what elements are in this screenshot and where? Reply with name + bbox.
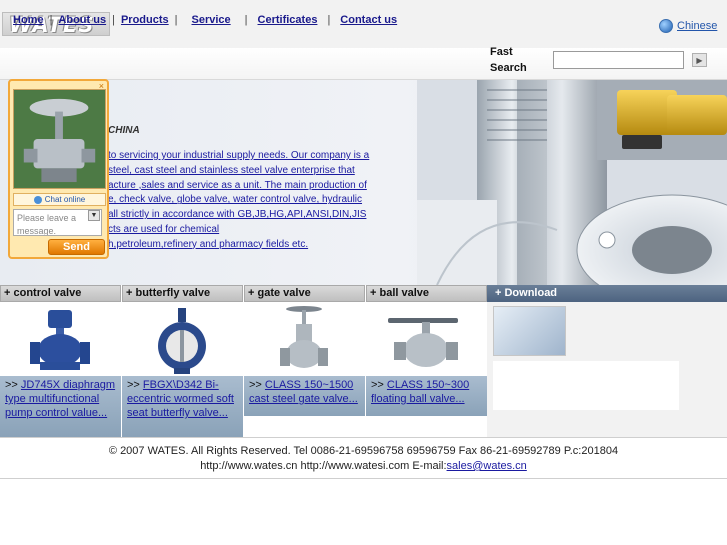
category-control-valve: + control valve >> JD745X diaphragm type… — [0, 285, 121, 437]
category-title[interactable]: + gate valve — [244, 285, 365, 302]
catalog-thumbnail[interactable] — [493, 306, 566, 356]
hero-line: h,petroleum,refinery and pharmacy fields… — [108, 238, 309, 250]
footer: © 2007 WATES. All Rights Reserved. Tel 0… — [0, 437, 727, 479]
hero-title: CHINA — [108, 125, 140, 136]
download-title[interactable]: + Download — [487, 285, 727, 302]
footer-urls: http://www.wates.cn http://www.watesi.co… — [200, 460, 447, 472]
nav-separator: | — [244, 14, 248, 26]
hero-line: to servicing your industrial supply need… — [108, 150, 370, 161]
nav-separator: | — [327, 14, 331, 26]
arrow-right-icon: ▶ — [696, 55, 703, 65]
search-button[interactable]: ▶ — [692, 53, 707, 67]
nav-about-us[interactable]: About us — [58, 14, 106, 26]
valve-photo — [13, 89, 106, 189]
hero-banner: CHINA to servicing your industrial suppl… — [0, 80, 727, 285]
nav-service[interactable]: Service — [192, 14, 231, 26]
send-button[interactable]: Send — [48, 239, 105, 255]
download-box — [493, 397, 679, 410]
category-link-box: >> CLASS 150~1500 cast steel gate valve.… — [244, 376, 365, 416]
ball-valve-image[interactable] — [366, 304, 487, 376]
nav-separator: | — [174, 14, 178, 26]
chat-widget: × Chat online Please leave a message. ▼ … — [8, 79, 109, 259]
nav-products[interactable]: Products — [121, 14, 169, 26]
category-link-box: >> JD745X diaphragm type multifunctional… — [0, 376, 121, 437]
category-title[interactable]: + control valve — [0, 285, 121, 302]
hero-line: acture ,sales and service as a unit. The… — [108, 179, 367, 191]
category-title[interactable]: + ball valve — [366, 285, 487, 302]
nav-separator: | — [112, 14, 115, 26]
category-link-box: >> CLASS 150~300 floating ball valve... — [366, 376, 487, 416]
hero-line: all strictly in accordance with GB,JB,HG… — [108, 209, 367, 221]
nav-contact-us[interactable]: Contact us — [340, 14, 397, 26]
product-link[interactable]: JD745X diaphragm type multifunctional pu… — [5, 379, 115, 419]
chat-online-button[interactable]: Chat online — [13, 193, 106, 206]
product-link[interactable]: CLASS 150~300 floating ball valve... — [371, 379, 469, 405]
hero-intro[interactable]: to servicing your industrial supply need… — [108, 149, 408, 253]
email-link[interactable]: sales@wates.cn — [447, 460, 527, 472]
link-prefix: >> — [127, 379, 140, 391]
product-link[interactable]: FBGX\D342 Bi-eccentric wormed soft seat … — [127, 379, 234, 419]
nav-certificates[interactable]: Certificates — [258, 14, 318, 26]
gate-valve-image[interactable] — [244, 304, 365, 376]
chat-icon — [33, 195, 42, 204]
nav-home[interactable]: Home — [13, 14, 44, 26]
product-link[interactable]: CLASS 150~1500 cast steel gate valve... — [249, 379, 358, 405]
chevron-down-icon[interactable]: ▼ — [88, 210, 100, 221]
butterfly-valve-image[interactable] — [122, 304, 243, 376]
link-prefix: >> — [249, 379, 262, 391]
chat-online-label: Chat online — [44, 195, 86, 204]
category-butterfly-valve: + butterfly valve >> FBGX\D342 Bi-eccent… — [122, 285, 243, 437]
search-input[interactable] — [553, 51, 684, 69]
control-valve-image[interactable] — [0, 304, 121, 376]
download-panel: + Download — [487, 285, 727, 437]
category-gate-valve: + gate valve >> CLASS 150~1500 cast stee… — [244, 285, 365, 437]
valve-render-image — [417, 80, 727, 285]
main-nav: Home | About us | Products | Service | C… — [13, 14, 397, 26]
hero-line: e, check valve, globe valve, water contr… — [108, 194, 363, 206]
category-link-box: >> FBGX\D342 Bi-eccentric wormed soft se… — [122, 376, 243, 437]
hero-line: cts are used for chemical — [108, 223, 220, 235]
hero-line: steel, cast steel and stainless steel va… — [108, 164, 355, 176]
footer-copyright: © 2007 WATES. All Rights Reserved. Tel 0… — [108, 445, 619, 457]
link-prefix: >> — [5, 379, 18, 391]
category-title[interactable]: + butterfly valve — [122, 285, 243, 302]
category-ball-valve: + ball valve >> CLASS 150~300 floating b… — [366, 285, 487, 437]
link-prefix: >> — [371, 379, 384, 391]
nav-separator: | — [49, 14, 53, 26]
download-box — [493, 361, 679, 397]
fast-search-label: Fast Search — [490, 46, 527, 74]
language-switch[interactable]: Chinese — [659, 19, 717, 33]
footer-contact: http://www.wates.cn http://www.watesi.co… — [0, 459, 727, 474]
chinese-link[interactable]: Chinese — [677, 20, 717, 32]
globe-icon — [659, 19, 673, 33]
